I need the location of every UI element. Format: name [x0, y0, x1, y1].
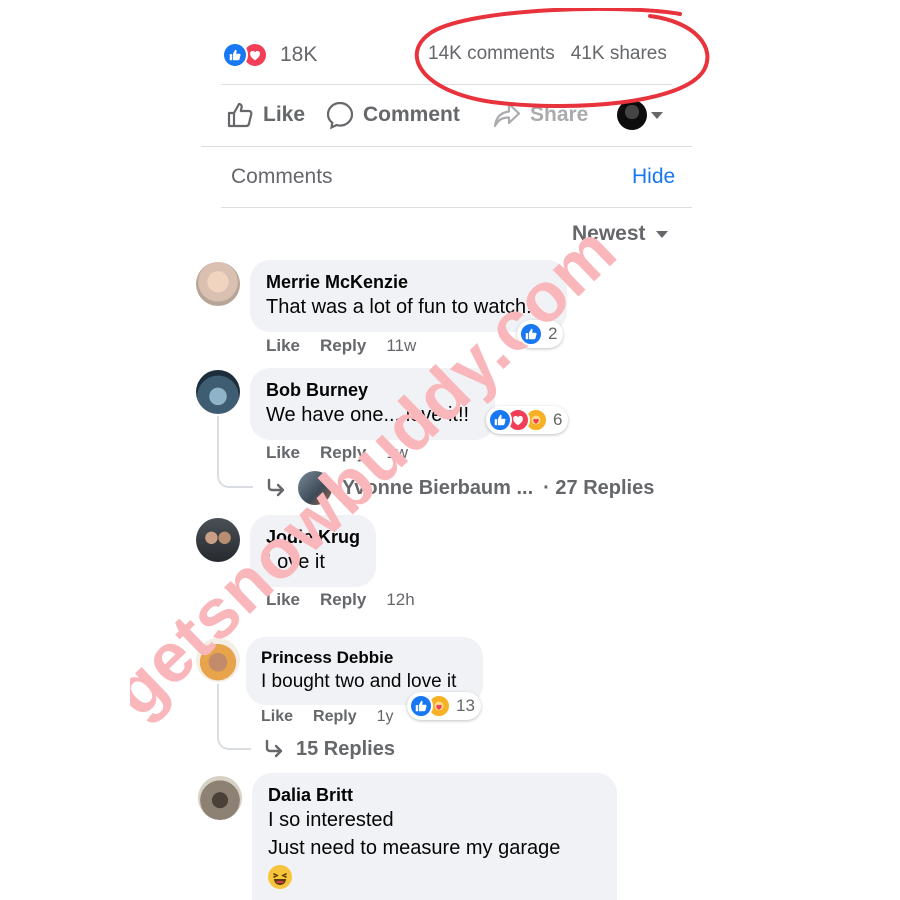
sort-label: Newest — [572, 222, 646, 245]
comment-text: That was a lot of fun to watch! — [266, 296, 532, 318]
avatar[interactable] — [196, 518, 240, 562]
comment-reply-link[interactable]: Reply — [313, 708, 357, 726]
reply-preview-author: Yvonne Bierbaum ... — [342, 476, 534, 499]
comment-actions: Like Reply 12h — [266, 590, 415, 610]
comment-author[interactable]: Princess Debbie — [261, 648, 393, 668]
post-stats-counts: 14K comments 41K shares — [428, 43, 667, 65]
hide-comments-link[interactable]: Hide — [632, 165, 675, 189]
share-button[interactable]: Share — [492, 100, 588, 130]
sort-dropdown[interactable]: Newest — [572, 222, 668, 246]
view-replies-button[interactable]: 15 Replies — [262, 737, 395, 761]
avatar[interactable] — [198, 776, 242, 820]
reply-arrow-icon — [267, 478, 285, 497]
comment-actions: Like Reply 1w — [266, 443, 408, 463]
comment-reactions-badge[interactable]: 6 — [486, 406, 569, 434]
comment-reply-link[interactable]: Reply — [320, 443, 366, 463]
share-arrow-icon — [493, 102, 521, 128]
comment-timestamp[interactable]: 11w — [386, 336, 416, 356]
comment-author[interactable]: Bob Burney — [266, 380, 368, 401]
comments-section-title: Comments — [231, 165, 333, 188]
thread-connector — [217, 684, 251, 750]
replies-count: 15 Replies — [296, 737, 395, 760]
reaction-count: 6 — [553, 410, 563, 429]
comment-like-link[interactable]: Like — [266, 590, 300, 610]
share-button-label: Share — [530, 103, 589, 126]
avatar[interactable] — [196, 262, 240, 306]
thumbs-up-icon — [227, 102, 253, 128]
comment-actions: Like Reply 1y — [261, 708, 394, 726]
comment-reply-link[interactable]: Reply — [320, 590, 366, 610]
comments-header-divider — [221, 207, 692, 208]
comment-button[interactable]: Comment — [325, 100, 460, 130]
replies-count: · 27 Replies — [543, 476, 655, 499]
like-reaction-icon — [409, 694, 433, 718]
post-reaction-icons[interactable] — [222, 42, 268, 68]
page-avatar — [617, 100, 647, 130]
comments-count-link[interactable]: 14K comments — [428, 43, 555, 65]
comment-button-label: Comment — [363, 103, 460, 126]
reply-author-avatar — [298, 471, 332, 505]
laughing-emoji-icon — [268, 865, 292, 889]
chevron-down-icon — [651, 111, 663, 119]
view-replies-button[interactable]: Yvonne Bierbaum ... · 27 Replies — [264, 471, 654, 505]
avatar[interactable] — [196, 370, 240, 414]
reply-arrow-icon — [265, 739, 283, 758]
profile-switcher[interactable] — [617, 100, 663, 130]
comment-reply-link[interactable]: Reply — [320, 336, 366, 356]
comment-text: Just need to measure my garage — [268, 837, 561, 859]
thread-connector — [217, 416, 253, 488]
avatar[interactable] — [196, 638, 240, 682]
like-button[interactable]: Like — [225, 100, 305, 130]
like-button-label: Like — [263, 103, 306, 126]
like-reaction-icon — [222, 42, 248, 68]
comment-timestamp[interactable]: 1w — [386, 443, 408, 463]
comment-actions: Like Reply 11w — [266, 336, 416, 356]
comment-author[interactable]: Merrie McKenzie — [266, 272, 408, 293]
comment-text: We have one... love it!! — [266, 404, 470, 426]
reaction-count: 13 — [456, 696, 475, 715]
comment-reactions-badge[interactable]: 2 — [517, 320, 564, 348]
chevron-down-icon — [655, 230, 668, 238]
comment-text: I so interested — [268, 809, 394, 831]
comment-reactions-badge[interactable]: 13 — [407, 692, 481, 720]
reaction-count: 2 — [548, 324, 558, 343]
comment-timestamp[interactable]: 12h — [386, 590, 414, 610]
comment-like-link[interactable]: Like — [266, 443, 300, 463]
actions-divider — [201, 146, 692, 147]
reaction-count[interactable]: 18K — [280, 43, 317, 67]
like-reaction-icon — [488, 408, 512, 432]
stats-divider — [221, 84, 672, 85]
shares-count-link[interactable]: 41K shares — [571, 43, 667, 65]
comment-author[interactable]: Jodie Krug — [266, 527, 360, 548]
comment-timestamp[interactable]: 1y — [377, 708, 394, 726]
comment-bubble-icon — [326, 101, 354, 130]
like-reaction-icon — [519, 322, 543, 346]
comment-author[interactable]: Dalia Britt — [268, 785, 353, 806]
comment-text: I bought two and love it — [261, 671, 457, 692]
comment-like-link[interactable]: Like — [266, 336, 300, 356]
comment-like-link[interactable]: Like — [261, 708, 293, 726]
comment-text: Love it — [266, 551, 325, 573]
